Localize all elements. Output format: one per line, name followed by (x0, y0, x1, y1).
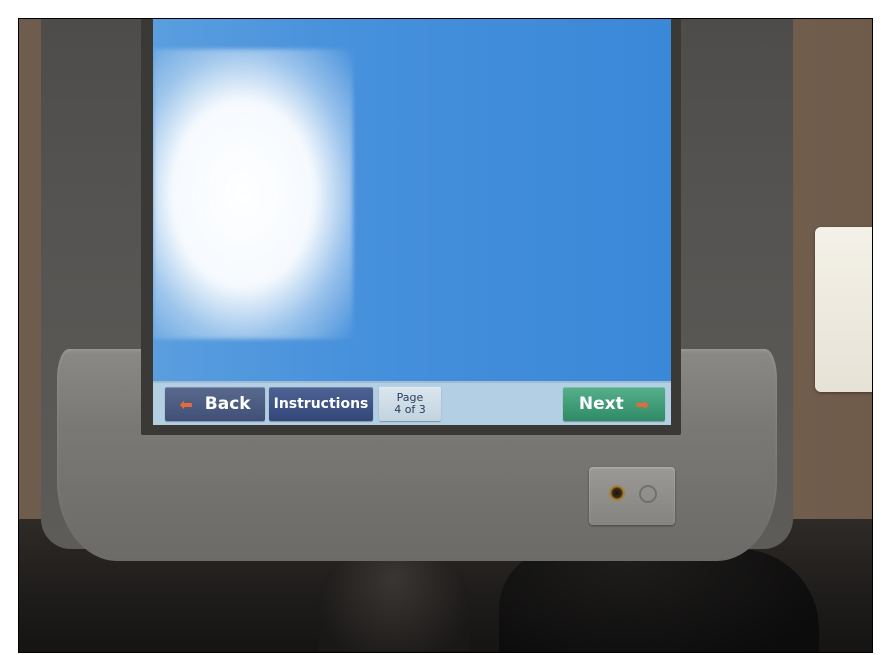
instructions-button-label: Instructions (273, 396, 369, 412)
touchscreen: ⬅ Back Instructions Page 4 of 3 Next ➡ (153, 19, 671, 425)
arrow-left-icon: ⬅ (179, 394, 193, 414)
jack-ring-icon (639, 485, 657, 503)
instructions-button[interactable]: Instructions (269, 387, 373, 421)
headphone-jack-icon[interactable] (609, 485, 625, 501)
next-button-label: Next (578, 394, 624, 414)
back-button-label: Back (204, 394, 251, 414)
headphone-jack-panel (589, 467, 675, 525)
page-indicator-count: 4 of 3 (394, 403, 426, 416)
screen-glare (153, 49, 353, 339)
page-indicator: Page 4 of 3 (379, 387, 441, 421)
ballot-nav-bar: ⬅ Back Instructions Page 4 of 3 Next ➡ (153, 381, 671, 425)
next-button[interactable]: Next ➡ (563, 387, 665, 421)
wall-placard (815, 227, 872, 392)
voter-leg-right (499, 549, 819, 652)
arrow-right-icon: ➡ (635, 394, 650, 414)
back-button[interactable]: ⬅ Back (165, 387, 265, 421)
voter-leg-left (319, 559, 469, 652)
photo-frame: ⬅ Back Instructions Page 4 of 3 Next ➡ (18, 18, 873, 653)
